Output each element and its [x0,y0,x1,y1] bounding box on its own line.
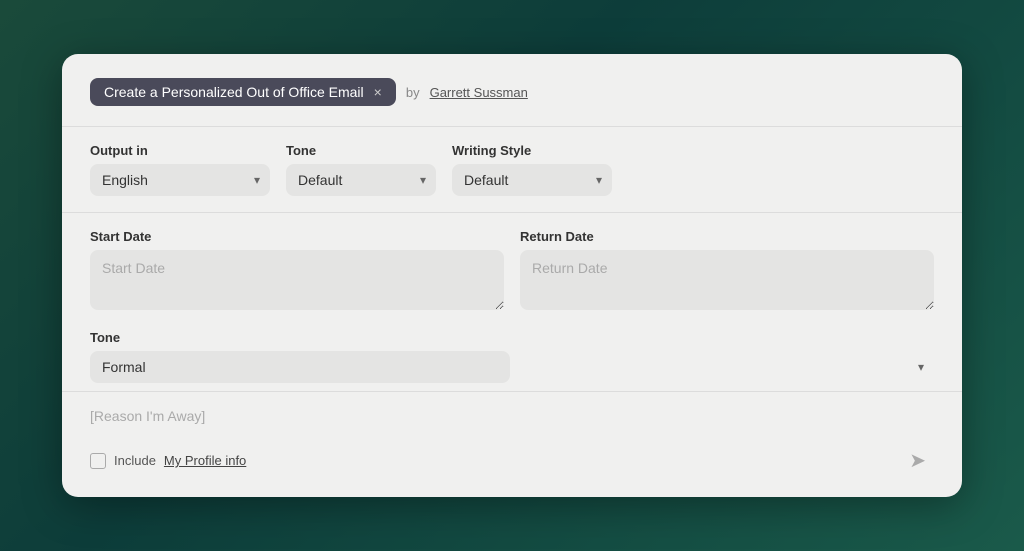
return-date-group: Return Date [520,229,934,310]
card-title: Create a Personalized Out of Office Emai… [104,84,364,100]
dates-row: Start Date Return Date [90,229,934,310]
output-in-group: Output in English French Spanish ▾ [90,143,270,196]
by-label: by [406,85,420,100]
start-date-group: Start Date [90,229,504,310]
writing-style-wrapper: Default Formal Casual ▾ [452,164,612,196]
reason-placeholder-text: [Reason I'm Away] [90,404,934,432]
tone-bottom-chevron-icon: ▾ [918,360,924,374]
start-date-textarea[interactable] [90,250,504,310]
author-link[interactable]: Garrett Sussman [430,85,528,100]
writing-style-select[interactable]: Default Formal Casual [452,164,612,196]
title-pill: Create a Personalized Out of Office Emai… [90,78,396,106]
tone-bottom-group: Tone Formal Default Casual ▾ [90,330,934,383]
main-card: Create a Personalized Out of Office Emai… [62,54,962,497]
include-profile-row: Include My Profile info [90,453,246,469]
tone-top-wrapper: Default Formal Casual ▾ [286,164,436,196]
close-icon[interactable]: × [374,85,382,99]
reason-section: [Reason I'm Away] [90,392,934,436]
send-button[interactable]: ➤ [901,444,934,477]
output-in-wrapper: English French Spanish ▾ [90,164,270,196]
dates-section: Start Date Return Date [90,213,934,326]
writing-style-label: Writing Style [452,143,612,158]
output-in-select[interactable]: English French Spanish [90,164,270,196]
tone-top-label: Tone [286,143,436,158]
writing-style-group: Writing Style Default Formal Casual ▾ [452,143,612,196]
tone-bottom-label: Tone [90,330,934,345]
footer-row: Include My Profile info ➤ [90,436,934,477]
dropdowns-row: Output in English French Spanish ▾ Tone … [90,143,934,196]
tone-bottom-wrapper: Formal Default Casual ▾ [90,351,934,383]
include-profile-checkbox[interactable] [90,453,106,469]
send-icon: ➤ [909,448,926,473]
card-header: Create a Personalized Out of Office Emai… [90,78,934,106]
return-date-textarea[interactable] [520,250,934,310]
tone-bottom-select[interactable]: Formal Default Casual [90,351,510,383]
top-dropdowns-section: Output in English French Spanish ▾ Tone … [90,127,934,212]
tone-bottom-section: Tone Formal Default Casual ▾ [90,326,934,391]
start-date-label: Start Date [90,229,504,244]
output-in-label: Output in [90,143,270,158]
profile-link[interactable]: My Profile info [164,453,246,468]
tone-top-group: Tone Default Formal Casual ▾ [286,143,436,196]
include-label: Include [114,453,156,468]
tone-top-select[interactable]: Default Formal Casual [286,164,436,196]
return-date-label: Return Date [520,229,934,244]
